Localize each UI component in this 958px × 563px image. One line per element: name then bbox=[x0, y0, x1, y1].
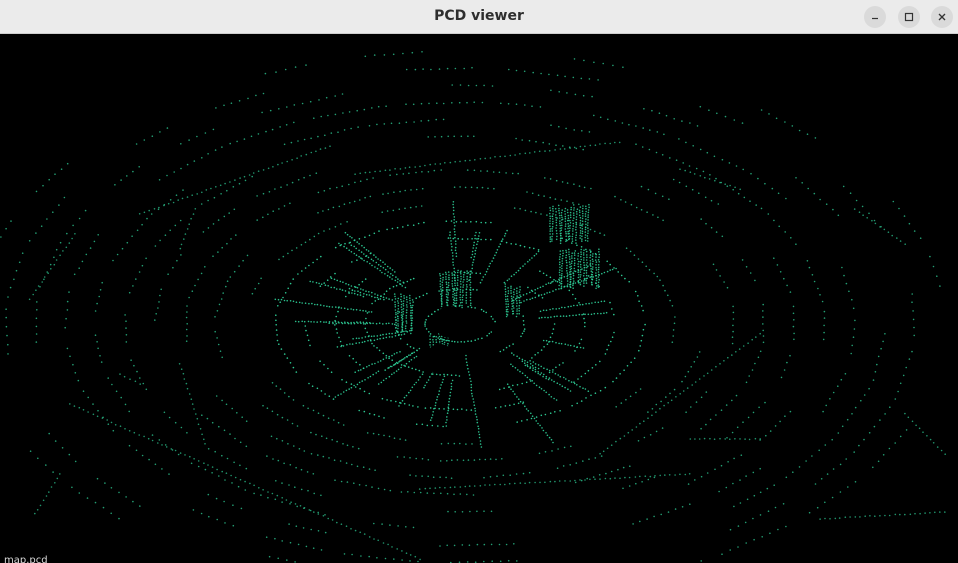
title-bar[interactable]: PCD viewer bbox=[0, 0, 958, 34]
maximize-icon bbox=[904, 12, 914, 22]
minimize-icon bbox=[870, 12, 880, 22]
close-button[interactable] bbox=[931, 6, 953, 28]
maximize-button[interactable] bbox=[898, 6, 920, 28]
point-cloud-viewport[interactable]: map.pcd bbox=[0, 34, 958, 563]
status-text: map.pcd bbox=[4, 555, 48, 563]
window-title: PCD viewer bbox=[434, 8, 524, 24]
pcd-viewer-window: PCD viewer map.pcd bbox=[0, 0, 958, 563]
close-icon bbox=[937, 12, 947, 22]
point-cloud bbox=[0, 34, 958, 563]
minimize-button[interactable] bbox=[864, 6, 886, 28]
